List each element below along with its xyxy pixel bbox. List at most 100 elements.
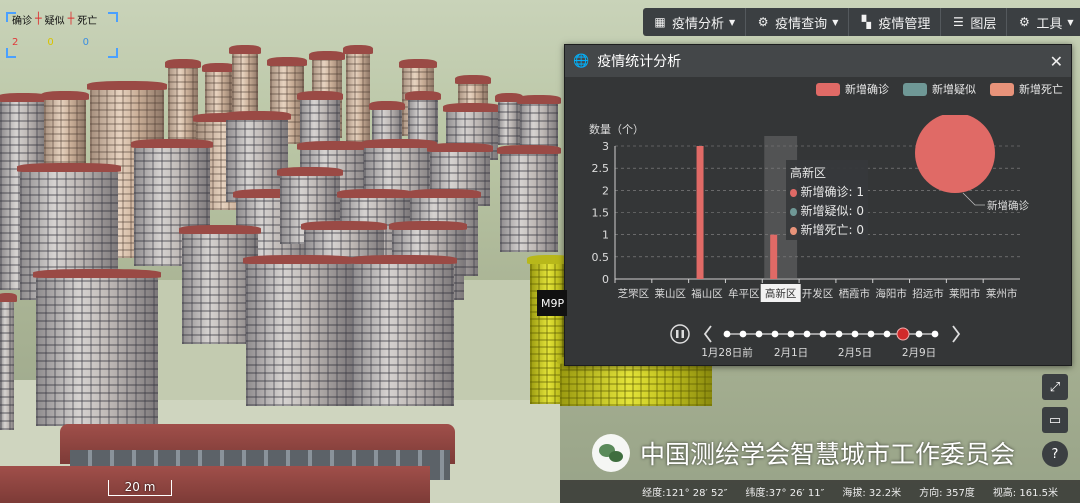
caret-down-icon: ▼ bbox=[832, 17, 839, 27]
x-tick-label: 莱山区 bbox=[654, 288, 686, 300]
pie-slice bbox=[915, 115, 995, 193]
pause-icon bbox=[681, 330, 684, 338]
timeline-dot[interactable] bbox=[883, 330, 891, 338]
pause-button[interactable] bbox=[670, 324, 690, 344]
x-tick-label: 栖霞市 bbox=[839, 287, 871, 300]
menu-label: 图层 bbox=[970, 16, 997, 32]
menu-label: 疫情分析 bbox=[672, 16, 725, 32]
close-icon[interactable]: ✕ bbox=[1050, 52, 1063, 71]
legend-item-suspected[interactable]: 新增疑似 bbox=[903, 81, 976, 97]
status-bar: 经度:121° 28′ 52″ 纬度:37° 26′ 11″ 海拔: 32.2米… bbox=[560, 480, 1080, 503]
timeline-dot[interactable] bbox=[723, 330, 731, 338]
main-toolbar: ▦ 疫情分析 ▼ ⚙ 疫情查询 ▼ ▚ 疫情管理 ☰ 图层 ⚙ 工具 ▼ bbox=[643, 8, 1080, 36]
table-icon: ▦ bbox=[654, 15, 666, 29]
building bbox=[0, 293, 17, 430]
building bbox=[243, 255, 355, 406]
legend-item-death[interactable]: 新增死亡 bbox=[990, 81, 1063, 97]
globe-icon: 🌐 bbox=[573, 53, 590, 69]
frame-corner bbox=[6, 12, 16, 22]
x-tick-label: 福山区 bbox=[691, 287, 723, 300]
menu-epidemic-management[interactable]: ▚ 疫情管理 bbox=[849, 8, 942, 36]
timeline-dot[interactable] bbox=[851, 330, 859, 338]
vr-button[interactable]: ▭ bbox=[1042, 407, 1068, 433]
label-suspected: 疑似 bbox=[44, 16, 65, 27]
timeline-dot[interactable] bbox=[819, 330, 827, 338]
timeline-player[interactable]: 1月28日前 2月1日 2月5日 2月9日 bbox=[565, 321, 1073, 361]
pie-label: 新增死亡 bbox=[874, 115, 916, 116]
building bbox=[349, 255, 457, 406]
caret-down-icon: ▼ bbox=[729, 17, 736, 27]
tooltip-row: 新增死亡: 0 bbox=[790, 221, 864, 240]
case-count-legend: 确诊 ┼ 疑似 ┼ 死亡 2 0 0 bbox=[6, 12, 118, 58]
fullscreen-button[interactable]: ⤢ bbox=[1042, 374, 1068, 400]
legend-swatch bbox=[903, 82, 927, 96]
timeline-dot[interactable] bbox=[915, 330, 923, 338]
menu-epidemic-query[interactable]: ⚙ 疫情查询 ▼ bbox=[746, 8, 850, 36]
chart-tooltip: 高新区 新增确诊: 1 新增疑似: 0 新增死亡: 0 bbox=[786, 160, 868, 240]
building bbox=[33, 269, 161, 426]
building bbox=[165, 59, 201, 146]
tooltip-title: 高新区 bbox=[790, 166, 827, 180]
timeline-label: 2月9日 bbox=[902, 347, 936, 359]
timeline-dot[interactable] bbox=[755, 330, 763, 338]
help-button[interactable]: ? bbox=[1042, 441, 1068, 467]
timeline-dot[interactable] bbox=[835, 330, 843, 338]
menu-layers[interactable]: ☰ 图层 bbox=[941, 8, 1008, 36]
dot-icon bbox=[790, 226, 797, 235]
bar bbox=[770, 234, 778, 279]
cogs-icon: ⚙ bbox=[757, 15, 769, 29]
y-tick-label: 0.5 bbox=[592, 251, 610, 264]
menu-epidemic-analysis[interactable]: ▦ 疫情分析 ▼ bbox=[643, 8, 747, 36]
tooltip-row-label: 新增疑似: 0 bbox=[800, 204, 865, 218]
legend-item-confirmed[interactable]: 新增确诊 bbox=[816, 81, 889, 97]
longitude-readout: 经度:121° 28′ 52″ bbox=[642, 488, 728, 499]
wechat-icon bbox=[592, 434, 630, 472]
building-label[interactable]: M9P bbox=[537, 290, 567, 316]
y-tick-label: 2 bbox=[602, 184, 609, 197]
menu-tools[interactable]: ⚙ 工具 ▼ bbox=[1007, 8, 1080, 36]
dot-icon bbox=[790, 207, 797, 216]
dot-icon bbox=[790, 188, 797, 197]
x-tick-label: 莱阳市 bbox=[949, 287, 981, 300]
scale-bar: 20 m bbox=[108, 480, 172, 496]
timeline-dot[interactable] bbox=[803, 330, 811, 338]
help-icon: ? bbox=[1051, 446, 1059, 462]
latitude-readout: 纬度:37° 26′ 11″ bbox=[745, 488, 825, 499]
x-tick-label: 牟平区 bbox=[728, 287, 760, 300]
timeline-dot[interactable] bbox=[739, 330, 747, 338]
x-tick-label: 开发区 bbox=[802, 287, 834, 300]
menu-label: 工具 bbox=[1036, 16, 1063, 32]
timeline-label: 2月5日 bbox=[838, 347, 872, 359]
pause-icon bbox=[676, 330, 679, 338]
map-icon: ▚ bbox=[861, 15, 871, 29]
legend-swatch bbox=[816, 82, 840, 96]
x-tick-label: 高新区 bbox=[765, 287, 797, 300]
x-tick-label: 招远市 bbox=[912, 287, 944, 300]
legend-label: 新增疑似 bbox=[932, 83, 976, 96]
timeline-dot[interactable] bbox=[867, 330, 875, 338]
expand-icon: ⤢ bbox=[1049, 379, 1061, 395]
pie-leader bbox=[962, 192, 985, 206]
timeline-dot[interactable] bbox=[787, 330, 795, 338]
timeline-label: 2月1日 bbox=[774, 347, 808, 359]
highlighted-building[interactable] bbox=[557, 355, 715, 406]
cogs-icon: ⚙ bbox=[1018, 15, 1030, 29]
value-suspected: 0 bbox=[47, 37, 54, 48]
legend-swatch bbox=[990, 82, 1014, 96]
watermark-text: 中国测绘学会智慧城市工作委员会 bbox=[640, 440, 1016, 469]
prev-icon[interactable] bbox=[703, 325, 712, 343]
chart-legend: 新增确诊 新增疑似 新增死亡 bbox=[816, 81, 1063, 97]
timeline-dot[interactable] bbox=[931, 330, 939, 338]
low-building-roof bbox=[0, 466, 430, 503]
y-tick-label: 1 bbox=[602, 229, 609, 242]
y-tick-label: 1.5 bbox=[592, 207, 610, 220]
timeline-dot-active[interactable] bbox=[896, 327, 910, 341]
heading-readout: 方向: 357度 bbox=[919, 488, 975, 499]
timeline-dot[interactable] bbox=[771, 330, 779, 338]
pie-label: 新增确诊 bbox=[987, 199, 1029, 212]
caret-down-icon: ▼ bbox=[1067, 17, 1074, 27]
separator-icon: ┼ bbox=[35, 12, 42, 25]
next-icon[interactable] bbox=[952, 325, 961, 343]
menu-label: 疫情查询 bbox=[775, 16, 828, 32]
tooltip-row-label: 新增死亡: 0 bbox=[800, 223, 865, 237]
